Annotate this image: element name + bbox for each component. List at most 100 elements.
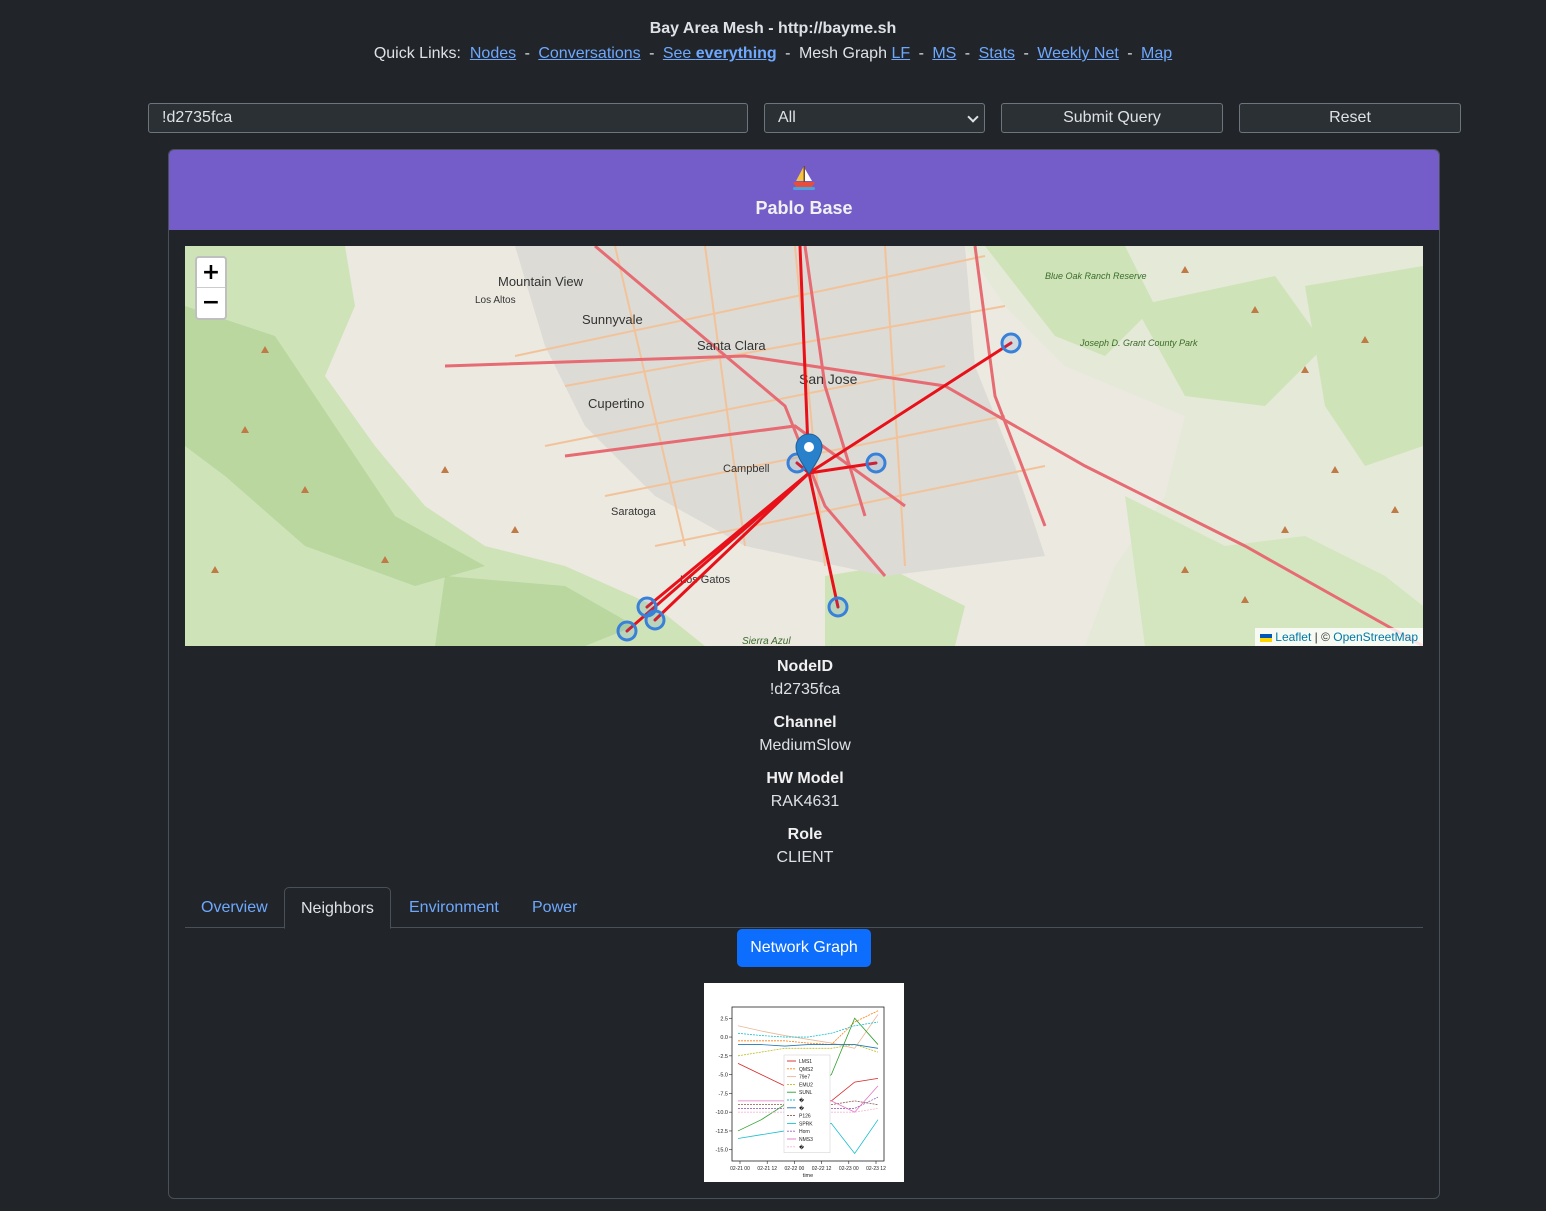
sailboat-icon [793,166,815,190]
mesh-graph-lf-link[interactable]: LF [891,45,910,62]
x-tick-label: 02-23 12 [866,1166,886,1172]
hw-model-value: RAK4631 [770,793,840,810]
quick-links-label: Quick Links: [373,45,461,62]
x-tick-label: 02-21 00 [730,1166,750,1172]
map-place-label: Sierra Azul [742,636,791,646]
legend-label: � [799,1105,805,1112]
tab-overview[interactable]: Overview [185,887,284,928]
role-label: Role [787,826,823,843]
openstreetmap-link[interactable]: OpenStreetMap [1333,630,1418,644]
site-header: Bay Area Mesh - http://bayme.sh Quick Li… [0,18,1546,66]
hw-model-label: HW Model [766,770,844,787]
separator: - [785,45,791,62]
legend-label: Horn [799,1129,810,1135]
y-tick-label: 2.5 [720,1016,728,1022]
series-line [737,1021,879,1038]
nodeid-value: !d2735fca [769,681,841,698]
attribution-separator: | © [1311,630,1334,644]
legend-label: EMU2 [799,1082,813,1088]
node-card-header: Pablo Base [169,150,1439,230]
y-tick-label: -2.5 [719,1054,728,1060]
channel-label: Channel [773,714,837,731]
legend-label: LMS1 [799,1059,812,1065]
reset-button[interactable]: Reset [1239,103,1461,133]
x-tick-label: 02-23 00 [839,1166,859,1172]
stats-link[interactable]: Stats [979,45,1015,62]
leaflet-link[interactable]: Leaflet [1275,630,1311,644]
site-title: Bay Area Mesh - http://bayme.sh [649,20,897,37]
separator: - [649,45,655,62]
separator: - [1127,45,1133,62]
legend-label: P126 [799,1114,811,1120]
separator: - [964,45,971,62]
y-tick-label: -5.0 [719,1073,728,1079]
y-tick-label: -15.0 [715,1148,728,1154]
neighbor-marker[interactable] [616,620,638,642]
x-axis-label: time [803,1173,813,1179]
network-graph-button[interactable]: Network Graph [737,929,871,967]
node-name: Pablo Base [755,198,853,218]
neighbor-marker[interactable] [644,609,666,631]
map-canvas[interactable]: Mountain View Sunnyvale Santa Clara San … [185,246,1423,646]
zoom-control: + − [195,256,227,320]
map-link[interactable]: Map [1141,45,1172,62]
see-everything-link[interactable]: See everything [663,45,777,62]
neighbor-marker[interactable] [827,596,849,618]
zoom-out-button[interactable]: − [197,288,225,318]
conversations-link[interactable]: Conversations [538,45,640,62]
map-place-label: Saratoga [611,506,657,518]
mesh-graph-ms-link[interactable]: MS [932,45,956,62]
separator: - [1023,45,1029,62]
legend-label: 79e7 [799,1075,810,1081]
y-tick-label: -12.5 [715,1129,728,1135]
x-tick-label: 02-22 00 [785,1166,805,1172]
role-value: CLIENT [776,849,834,866]
map-place-label: San Jose [799,371,858,387]
y-tick-label: -7.5 [719,1091,728,1097]
y-tick-label: -10.0 [715,1110,728,1116]
map-place-label: Santa Clara [697,338,766,353]
separator: - [524,45,530,62]
detail-tabs: Overview Neighbors Environment Power [185,887,1423,929]
node-map[interactable]: Mountain View Sunnyvale Santa Clara San … [185,246,1423,646]
series-line [738,1044,879,1049]
x-tick-label: 02-22 12 [812,1166,832,1172]
x-tick-label: 02-21 12 [757,1166,777,1172]
series-line [737,1044,879,1057]
map-place-label: Sunnyvale [582,312,643,327]
tab-power[interactable]: Power [516,887,593,928]
node-query-input[interactable]: !d2735fca [148,103,748,133]
see-text: See [662,45,696,62]
neighbor-snr-chart: 2.5 0.0 -2.5 -5.0 -7.5 -10.0 -12.5 -15.0 02-21 0… [704,983,904,1182]
legend-label: NMS3 [799,1137,813,1143]
map-place-label: Mountain View [498,274,584,289]
neighbor-marker[interactable] [865,452,887,474]
quick-links: Quick Links: Nodes - Conversations - See… [0,42,1546,66]
legend-label: � [799,1097,805,1104]
chevron-down-icon [967,111,979,123]
filter-select[interactable]: All [764,103,985,133]
map-place-label: Los Altos [475,295,516,306]
node-card: Pablo Base Mountain View Sunnyvale Santa… [168,149,1440,1199]
legend-label: SUNL [799,1090,813,1096]
legend-label: QMS2 [799,1067,813,1073]
weekly-net-link[interactable]: Weekly Net [1037,45,1119,62]
nodes-link[interactable]: Nodes [470,45,516,62]
map-place-label: Campbell [723,463,769,475]
y-tick-label: 0.0 [720,1035,728,1041]
map-place-label: Cupertino [588,396,644,411]
neighbor-marker[interactable] [1000,332,1022,354]
map-place-label: Joseph D. Grant County Park [1079,338,1198,348]
channel-value: MediumSlow [759,737,851,754]
tab-neighbors[interactable]: Neighbors [284,887,391,929]
map-attribution: Leaflet | © OpenStreetMap [1255,628,1423,646]
zoom-in-button[interactable]: + [197,258,225,288]
separator: - [918,45,924,62]
everything-text: everything [695,45,777,62]
ukraine-flag-icon [1260,633,1273,642]
filter-select-value: All [778,109,796,126]
submit-query-button[interactable]: Submit Query [1001,103,1223,133]
legend-label: SPRK [799,1121,813,1127]
node-details: NodeID !d2735fca Channel MediumSlow HW M… [169,656,1439,880]
tab-environment[interactable]: Environment [393,887,515,928]
